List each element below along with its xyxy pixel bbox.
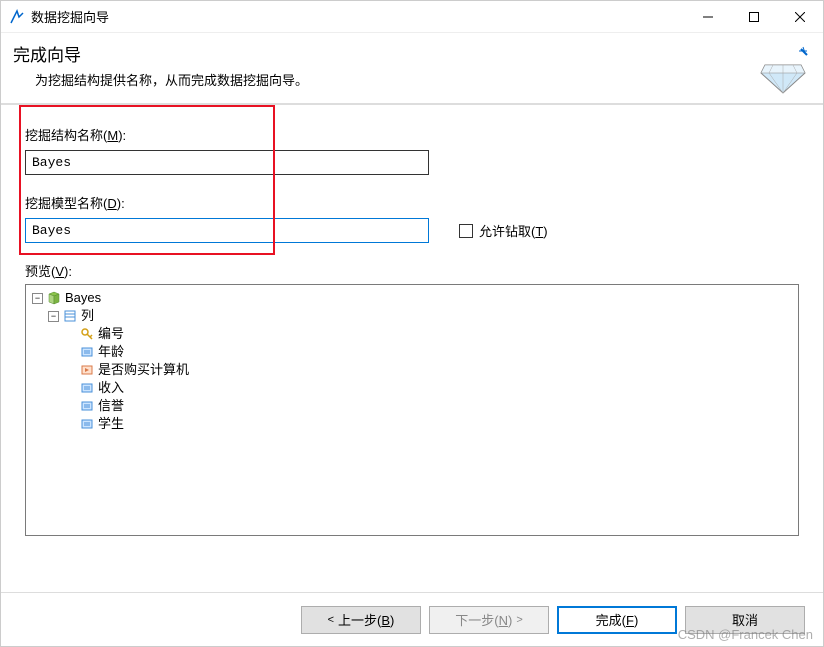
model-row: 允许钻取(T) — [25, 218, 799, 243]
input-column-icon — [80, 345, 94, 359]
model-name-group: 挖掘模型名称(D): 允许钻取(T) — [25, 193, 799, 243]
tree-column-item[interactable]: 编号 — [30, 325, 794, 343]
structure-name-group: 挖掘结构名称(M): — [25, 125, 799, 175]
wizard-footer: < 上一步(B) 下一步(N) > 完成(F) 取消 — [1, 592, 823, 646]
tree-column-label: 编号 — [98, 325, 124, 343]
model-name-label: 挖掘模型名称(D): — [25, 193, 799, 212]
next-button: 下一步(N) > — [429, 606, 549, 634]
columns-icon — [63, 309, 77, 323]
input-column-icon — [80, 381, 94, 395]
preview-tree[interactable]: − Bayes − 列 编号年龄是否购买计算机收入信誉学生 — [25, 284, 799, 536]
maximize-button[interactable] — [731, 1, 777, 32]
titlebar: 数据挖掘向导 — [1, 1, 823, 33]
collapse-icon[interactable]: − — [32, 293, 43, 304]
tree-column-item[interactable]: 收入 — [30, 379, 794, 397]
key-column-icon — [80, 327, 94, 341]
input-column-icon — [80, 399, 94, 413]
window-controls — [685, 1, 823, 32]
header-text: 完成向导 为挖掘结构提供名称，从而完成数据挖掘向导。 — [13, 41, 755, 95]
wizard-header: 完成向导 为挖掘结构提供名称，从而完成数据挖掘向导。 — [1, 33, 823, 105]
tree-column-label: 年龄 — [98, 343, 124, 361]
structure-name-label: 挖掘结构名称(M): — [25, 125, 799, 144]
tree-column-item[interactable]: 信誉 — [30, 397, 794, 415]
tree-columns[interactable]: − 列 — [30, 307, 794, 325]
tree-column-item[interactable]: 是否购买计算机 — [30, 361, 794, 379]
predict-column-icon — [80, 363, 94, 377]
preview-label: 预览(V): — [25, 261, 799, 280]
tree-column-label: 是否购买计算机 — [98, 361, 189, 379]
minimize-button[interactable] — [685, 1, 731, 32]
content-area: 挖掘结构名称(M): 挖掘模型名称(D): 允许钻取(T) 预览(V): — [1, 105, 823, 592]
diamond-icon — [755, 41, 811, 97]
page-subtitle: 为挖掘结构提供名称，从而完成数据挖掘向导。 — [35, 70, 755, 89]
allow-drill-checkbox-wrap[interactable]: 允许钻取(T) — [459, 221, 548, 240]
window-title: 数据挖掘向导 — [31, 7, 685, 26]
tree-column-label: 学生 — [98, 415, 124, 433]
app-icon — [9, 9, 25, 25]
tree-columns-label: 列 — [81, 307, 94, 325]
tree-column-label: 收入 — [98, 379, 124, 397]
allow-drill-checkbox[interactable] — [459, 224, 473, 238]
collapse-icon[interactable]: − — [48, 311, 59, 322]
structure-name-input[interactable] — [25, 150, 429, 175]
tree-column-item[interactable]: 年龄 — [30, 343, 794, 361]
tree-column-item[interactable]: 学生 — [30, 415, 794, 433]
tree-root[interactable]: − Bayes — [30, 289, 794, 307]
input-column-icon — [80, 417, 94, 431]
allow-drill-label: 允许钻取(T) — [479, 221, 548, 240]
close-button[interactable] — [777, 1, 823, 32]
cancel-button[interactable]: 取消 — [685, 606, 805, 634]
chevron-right-icon: > — [516, 614, 522, 626]
chevron-left-icon: < — [328, 614, 334, 626]
page-title: 完成向导 — [13, 41, 755, 66]
model-name-input[interactable] — [25, 218, 429, 243]
back-button[interactable]: < 上一步(B) — [301, 606, 421, 634]
finish-button[interactable]: 完成(F) — [557, 606, 677, 634]
tree-root-label: Bayes — [65, 289, 101, 307]
wizard-window: 数据挖掘向导 完成向导 为挖掘结构提供名称，从而完成数据挖掘向导。 — [0, 0, 824, 647]
tree-column-label: 信誉 — [98, 397, 124, 415]
structure-icon — [47, 291, 61, 305]
